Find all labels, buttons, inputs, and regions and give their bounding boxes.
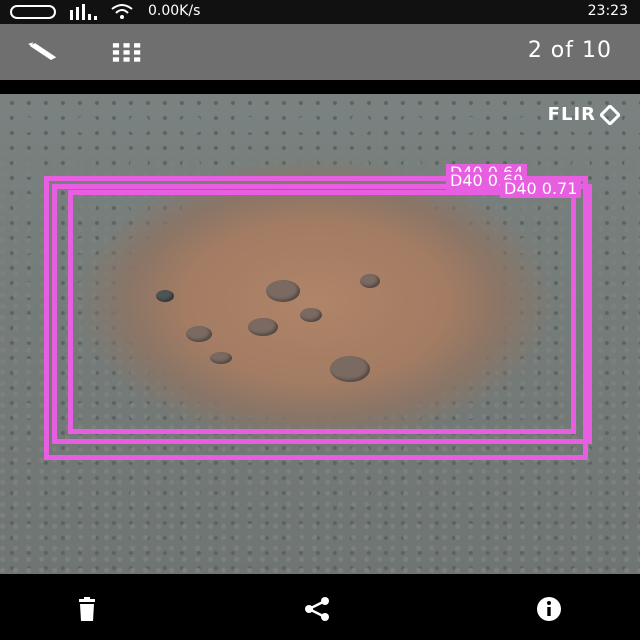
edit-icon[interactable] — [28, 38, 58, 66]
photo-viewer[interactable]: FLIR D40 0.64 D40 0.69 D40 0.71 — [0, 94, 640, 574]
bottom-toolbar — [0, 574, 640, 640]
share-icon[interactable] — [304, 596, 330, 622]
delete-icon[interactable] — [74, 596, 100, 622]
image-counter: 2 of 10 — [527, 38, 612, 63]
wifi-icon — [110, 3, 134, 25]
status-bar: 0.00K/s 23:23 — [0, 0, 640, 24]
network-speed: 0.00K/s — [148, 3, 201, 19]
detection-label: D40 0.71 — [500, 180, 582, 198]
divider — [0, 80, 640, 94]
app-bar: 2 of 10 — [0, 24, 640, 80]
info-icon[interactable] — [536, 596, 562, 622]
signal-icon — [70, 4, 100, 24]
grid-icon[interactable] — [112, 38, 142, 66]
clock: 23:23 — [587, 3, 628, 19]
flir-logo: FLIR — [548, 104, 620, 125]
detection-box — [68, 190, 576, 434]
battery-icon — [10, 5, 58, 23]
